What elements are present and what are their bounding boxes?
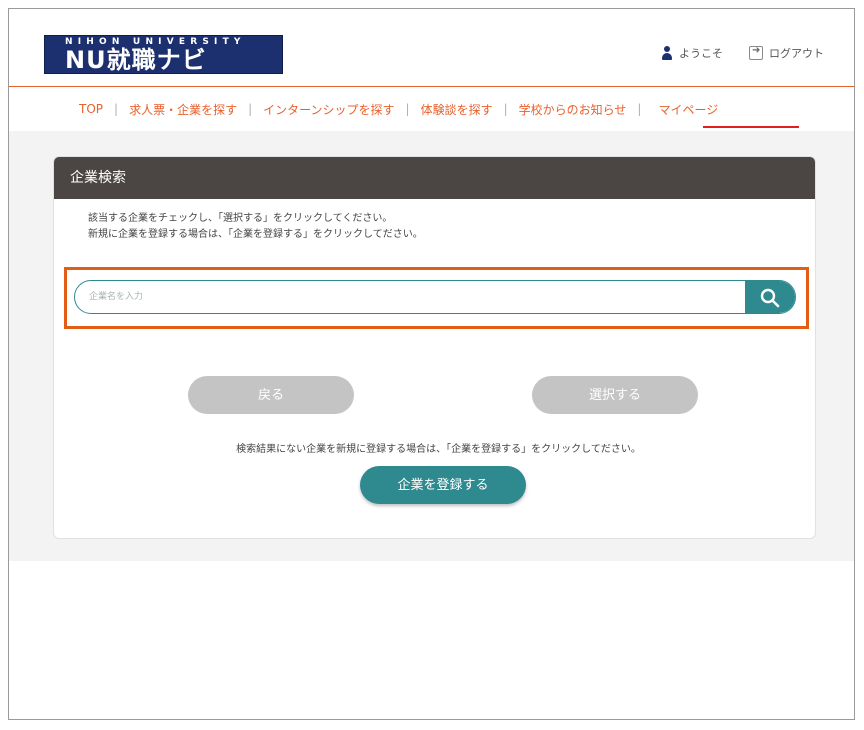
nav-item-label: マイページ [658, 102, 719, 117]
nav-item-label: 求人票・企業を探す [129, 102, 238, 117]
site-logo[interactable]: NIHON UNIVERSITY NU就職ナビ [44, 35, 283, 74]
instruction-line: 該当する企業をチェックし、「選択する」をクリックしてください。 [88, 213, 393, 224]
nav-item-experience[interactable]: 体験談を探す | [421, 101, 519, 118]
logo-title: NU就職ナビ [65, 46, 207, 74]
search-input[interactable] [75, 281, 747, 313]
nav-item-mypage[interactable]: マイページ [652, 101, 724, 118]
company-search-panel: 企業検索 該当する企業をチェックし、「選択する」をクリックしてください。 新規に… [53, 156, 816, 539]
nav-item-internship[interactable]: インターンシップを探す | [263, 101, 420, 118]
register-company-button[interactable]: 企業を登録する [360, 466, 526, 504]
nav-item-label: 学校からのお知らせ [518, 102, 627, 117]
nav-item-label: インターンシップを探す [263, 102, 395, 117]
nav-separator: | [503, 102, 508, 116]
nav-separator: | [114, 102, 119, 116]
nav-item-label: 体験談を探す [420, 102, 493, 117]
site-header: NIHON UNIVERSITY NU就職ナビ ようこそ ログアウト [9, 9, 854, 87]
nav-item-notices[interactable]: 学校からのお知らせ | [519, 101, 653, 118]
browser-frame: NIHON UNIVERSITY NU就職ナビ ようこそ ログアウト TOP | … [8, 8, 855, 720]
logout-icon [749, 45, 763, 60]
panel-title: 企業検索 [54, 157, 815, 199]
search-icon [760, 288, 780, 308]
nav-item-jobs[interactable]: 求人票・企業を探す | [129, 101, 263, 118]
user-links: ようこそ ログアウト [661, 45, 824, 61]
instruction-line: 新規に企業を登録する場合は、「企業を登録する」をクリックしてださい。 [88, 229, 423, 240]
nav-item-label: TOP [79, 102, 104, 116]
logout-link[interactable]: ログアウト [749, 45, 824, 61]
main-nav: TOP | 求人票・企業を探す | インターンシップを探す | 体験談を探す | 学校か… [9, 87, 854, 131]
welcome-label: ようこそ [679, 47, 723, 60]
register-note: 検索結果にない企業を新規に登録する場合は、「企業を登録する」をクリックしてださい… [236, 444, 641, 455]
nav-separator: | [248, 102, 253, 116]
back-button[interactable]: 戻る [188, 376, 354, 414]
person-icon [661, 46, 673, 60]
welcome-link[interactable]: ようこそ [661, 45, 723, 61]
select-button[interactable]: 選択する [532, 376, 698, 414]
nav-active-indicator [703, 126, 799, 128]
search-button[interactable] [745, 281, 795, 313]
search-bar [74, 280, 796, 314]
nav-separator: | [405, 102, 410, 116]
logout-label: ログアウト [769, 47, 824, 60]
instructions: 該当する企業をチェックし、「選択する」をクリックしてください。 新規に企業を登録… [88, 211, 423, 243]
nav-separator: | [637, 102, 642, 116]
nav-item-top[interactable]: TOP | [79, 102, 129, 116]
